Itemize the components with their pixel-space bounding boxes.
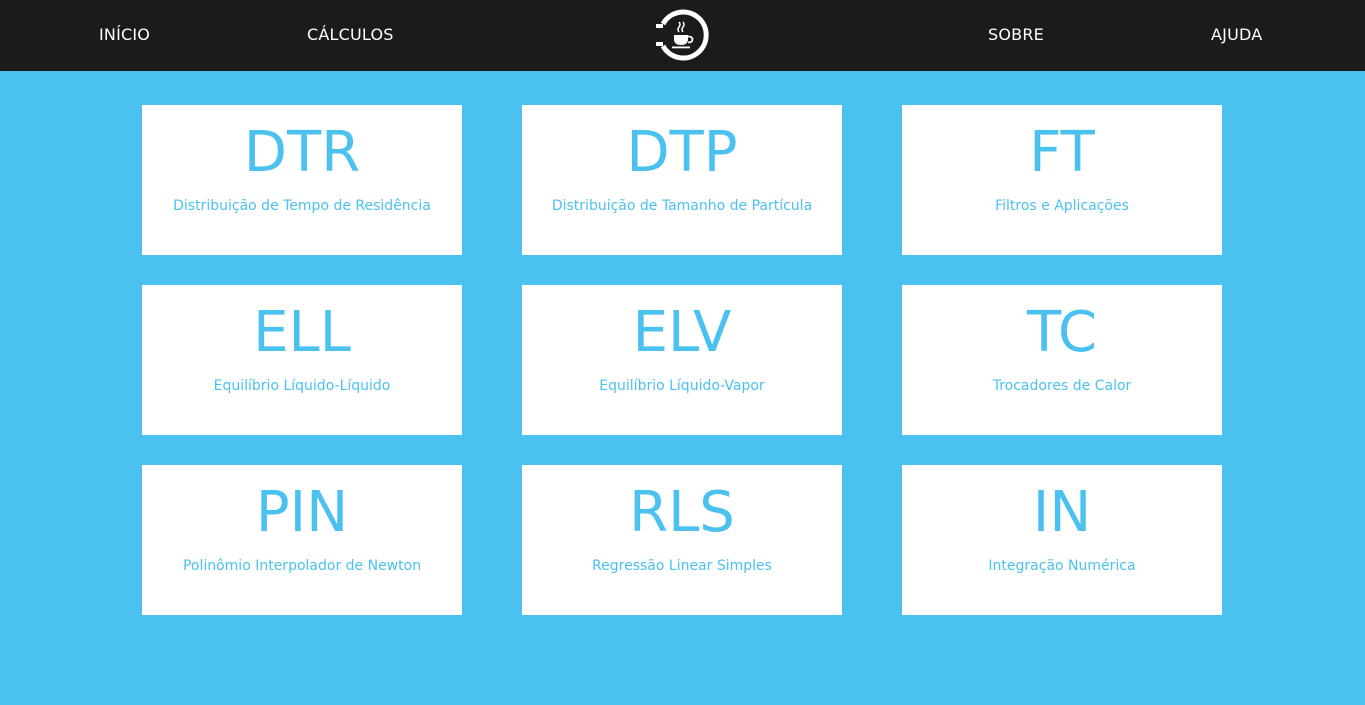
- logo-steam-right: [681, 21, 685, 33]
- logo-saucer: [672, 46, 690, 49]
- card-title: Regressão Linear Simples: [592, 558, 772, 574]
- coffee-cup-logo-icon[interactable]: [653, 6, 711, 64]
- card-tc[interactable]: TC Trocadores de Calor: [902, 285, 1222, 435]
- card-title: Equilíbrio Líquido-Vapor: [599, 378, 765, 394]
- card-abbreviation: IN: [1032, 480, 1092, 545]
- card-abbreviation: TC: [1026, 300, 1098, 365]
- card-abbreviation: FT: [1029, 120, 1095, 185]
- card-title: Filtros e Aplicações: [995, 198, 1129, 214]
- card-abbreviation: ELV: [632, 300, 732, 365]
- card-abbreviation: DTP: [626, 120, 738, 185]
- card-dtp[interactable]: DTP Distribuição de Tamanho de Partícula: [522, 105, 842, 255]
- nav-link-calculos[interactable]: CÁLCULOS: [307, 0, 394, 71]
- card-title: Distribuição de Tamanho de Partícula: [551, 198, 813, 214]
- card-abbreviation: PIN: [255, 480, 349, 545]
- nav-link-inicio[interactable]: INÍCIO: [99, 0, 150, 71]
- card-dtr[interactable]: DTR Distribuição de Tempo de Residência: [142, 105, 462, 255]
- card-ell[interactable]: ELL Equilíbrio Líquido-Líquido: [142, 285, 462, 435]
- logo-svg: [656, 9, 709, 61]
- nav-link-ajuda[interactable]: AJUDA: [1211, 0, 1262, 71]
- card-title: Equilíbrio Líquido-Líquido: [213, 378, 391, 394]
- card-pin[interactable]: PIN Polinômio Interpolador de Newton: [142, 465, 462, 615]
- card-in[interactable]: IN Integração Numérica: [902, 465, 1222, 615]
- card-abbreviation: RLS: [629, 480, 735, 545]
- logo-steam-left: [677, 21, 681, 33]
- card-rls[interactable]: RLS Regressão Linear Simples: [522, 465, 842, 615]
- card-title: Integração Numérica: [988, 558, 1136, 574]
- logo-mark-bottom: [656, 42, 663, 46]
- card-elv[interactable]: ELV Equilíbrio Líquido-Vapor: [522, 285, 842, 435]
- card-abbreviation: DTR: [243, 120, 361, 185]
- top-navbar: INÍCIO CÁLCULOS SOBRE AJUDA: [0, 0, 1365, 71]
- logo-mark-top: [656, 24, 663, 28]
- logo-cup-handle: [687, 35, 694, 44]
- card-abbreviation: ELL: [253, 300, 351, 365]
- logo-cup: [674, 35, 688, 45]
- calculation-card-grid: DTR Distribuição de Tempo de Residência …: [142, 105, 1222, 615]
- nav-link-sobre[interactable]: SOBRE: [988, 0, 1044, 71]
- card-title: Trocadores de Calor: [992, 378, 1132, 394]
- card-title: Distribuição de Tempo de Residência: [173, 198, 431, 214]
- card-title: Polinômio Interpolador de Newton: [182, 558, 422, 574]
- card-ft[interactable]: FT Filtros e Aplicações: [902, 105, 1222, 255]
